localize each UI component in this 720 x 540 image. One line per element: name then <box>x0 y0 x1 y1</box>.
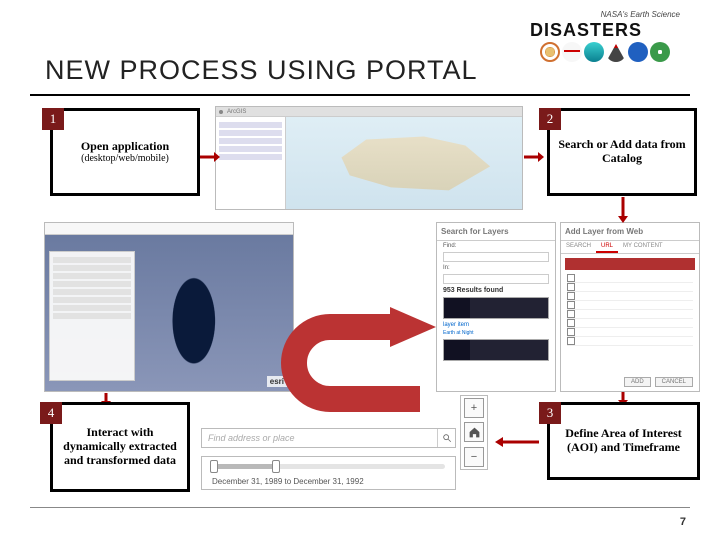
result-link[interactable]: layer item <box>443 322 549 328</box>
radar-icon <box>540 42 560 62</box>
satellite-viewer-screenshot: esri <box>44 222 294 392</box>
step-1-label: Open application <box>81 140 169 154</box>
layer-checkbox-row[interactable] <box>567 301 693 310</box>
wave-icon <box>584 42 604 62</box>
cancel-button[interactable]: CANCEL <box>655 377 693 387</box>
home-icon <box>468 426 481 439</box>
geocoder-input[interactable]: Find address or place <box>202 433 437 443</box>
volcano-icon <box>606 42 626 62</box>
time-slider-screenshot: December 31, 1989 to December 31, 1992 <box>201 456 456 490</box>
find-label: Find: <box>443 243 549 249</box>
page-number: 7 <box>680 516 686 528</box>
step-2-label: Search or Add data from Catalog <box>554 138 690 166</box>
step-4-badge: 4 <box>40 402 62 424</box>
search-title: Search for Layers <box>437 223 555 241</box>
layer-checkbox-row[interactable] <box>567 310 693 319</box>
zoom-in-button[interactable]: + <box>464 398 484 418</box>
step-4-label: Interact with dynamically extracted and … <box>57 426 183 467</box>
title-underline <box>30 94 690 96</box>
layer-checkbox-row[interactable] <box>567 292 693 301</box>
layer-checkbox-row[interactable] <box>567 337 693 346</box>
in-dropdown[interactable] <box>443 274 549 284</box>
time-range-label: December 31, 1989 to December 31, 1992 <box>212 477 364 486</box>
url-input[interactable] <box>565 258 695 270</box>
step-1-box: Open application (desktop/web/mobile) <box>50 108 200 196</box>
geocoder-screenshot: Find address or place <box>201 428 456 448</box>
step-4-box: Interact with dynamically extracted and … <box>50 402 190 492</box>
layer-checkbox-row[interactable] <box>567 319 693 328</box>
logo-hazard-icons <box>540 42 670 62</box>
hurricane-icon <box>650 42 670 62</box>
result-thumbnail[interactable] <box>443 339 549 361</box>
earthquake-icon <box>562 42 582 62</box>
add-button[interactable]: ADD <box>624 377 651 387</box>
layer-info-panel <box>49 251 135 381</box>
loop-arrow <box>290 214 440 409</box>
result-categories: Earth at Night <box>443 330 549 336</box>
time-range-fill <box>212 464 277 469</box>
step-1-badge: 1 <box>42 108 64 130</box>
north-america-map <box>286 117 522 209</box>
arrow-2-down <box>617 197 629 228</box>
arrow-1-to-map <box>200 150 220 168</box>
map-toolbar-label: ArcGIS <box>227 109 246 115</box>
addweb-title: Add Layer from Web <box>561 223 699 241</box>
step-3-label: Define Area of Interest (AOI) and Timefr… <box>554 427 693 455</box>
layer-checkbox-row[interactable] <box>567 274 693 283</box>
arcgis-map-screenshot: ArcGIS <box>215 106 523 210</box>
map-sidebar <box>216 117 286 209</box>
layer-checkbox-row[interactable] <box>567 328 693 337</box>
tab-search[interactable]: SEARCH <box>561 241 596 253</box>
layer-checkbox-row[interactable] <box>567 283 693 292</box>
map-toolbar: ArcGIS <box>216 107 522 117</box>
addweb-tabs: SEARCH URL MY CONTENT <box>561 241 699 254</box>
service-layer-list <box>567 274 693 346</box>
slide-title: NEW PROCESS USING PORTAL <box>45 55 478 86</box>
step-3-badge: 3 <box>539 402 561 424</box>
step-3-box: Define Area of Interest (AOI) and Timefr… <box>547 402 700 480</box>
logo-tagline: NASA's Earth Science <box>601 10 680 19</box>
search-button[interactable] <box>437 429 455 447</box>
result-thumbnail[interactable] <box>443 297 549 319</box>
arrow-3-left <box>495 435 539 453</box>
time-handle-start[interactable] <box>210 460 218 473</box>
tab-mycontent[interactable]: MY CONTENT <box>618 241 668 253</box>
footer-divider <box>30 507 690 508</box>
find-input[interactable] <box>443 252 549 262</box>
home-extent-button[interactable] <box>464 422 484 442</box>
step-2-badge: 2 <box>539 108 561 130</box>
search-layers-screenshot: Search for Layers Find: In: 953 Results … <box>436 222 556 392</box>
add-layer-web-screenshot: Add Layer from Web SEARCH URL MY CONTENT… <box>560 222 700 392</box>
arrow-map-to-2 <box>524 150 544 168</box>
logo-word: DISASTERS <box>530 20 642 41</box>
disasters-logo: NASA's Earth Science DISASTERS <box>530 10 690 60</box>
in-label: In: <box>443 265 549 271</box>
step-2-box: Search or Add data from Catalog <box>547 108 697 196</box>
search-icon <box>442 433 452 443</box>
step-1-sublabel: (desktop/web/mobile) <box>81 153 169 164</box>
tab-url[interactable]: URL <box>596 241 618 253</box>
flood-icon <box>628 42 648 62</box>
results-count: 953 Results found <box>443 287 549 294</box>
zoom-controls-screenshot: + − <box>460 395 488 470</box>
zoom-out-button[interactable]: − <box>464 447 484 467</box>
time-handle-end[interactable] <box>272 460 280 473</box>
